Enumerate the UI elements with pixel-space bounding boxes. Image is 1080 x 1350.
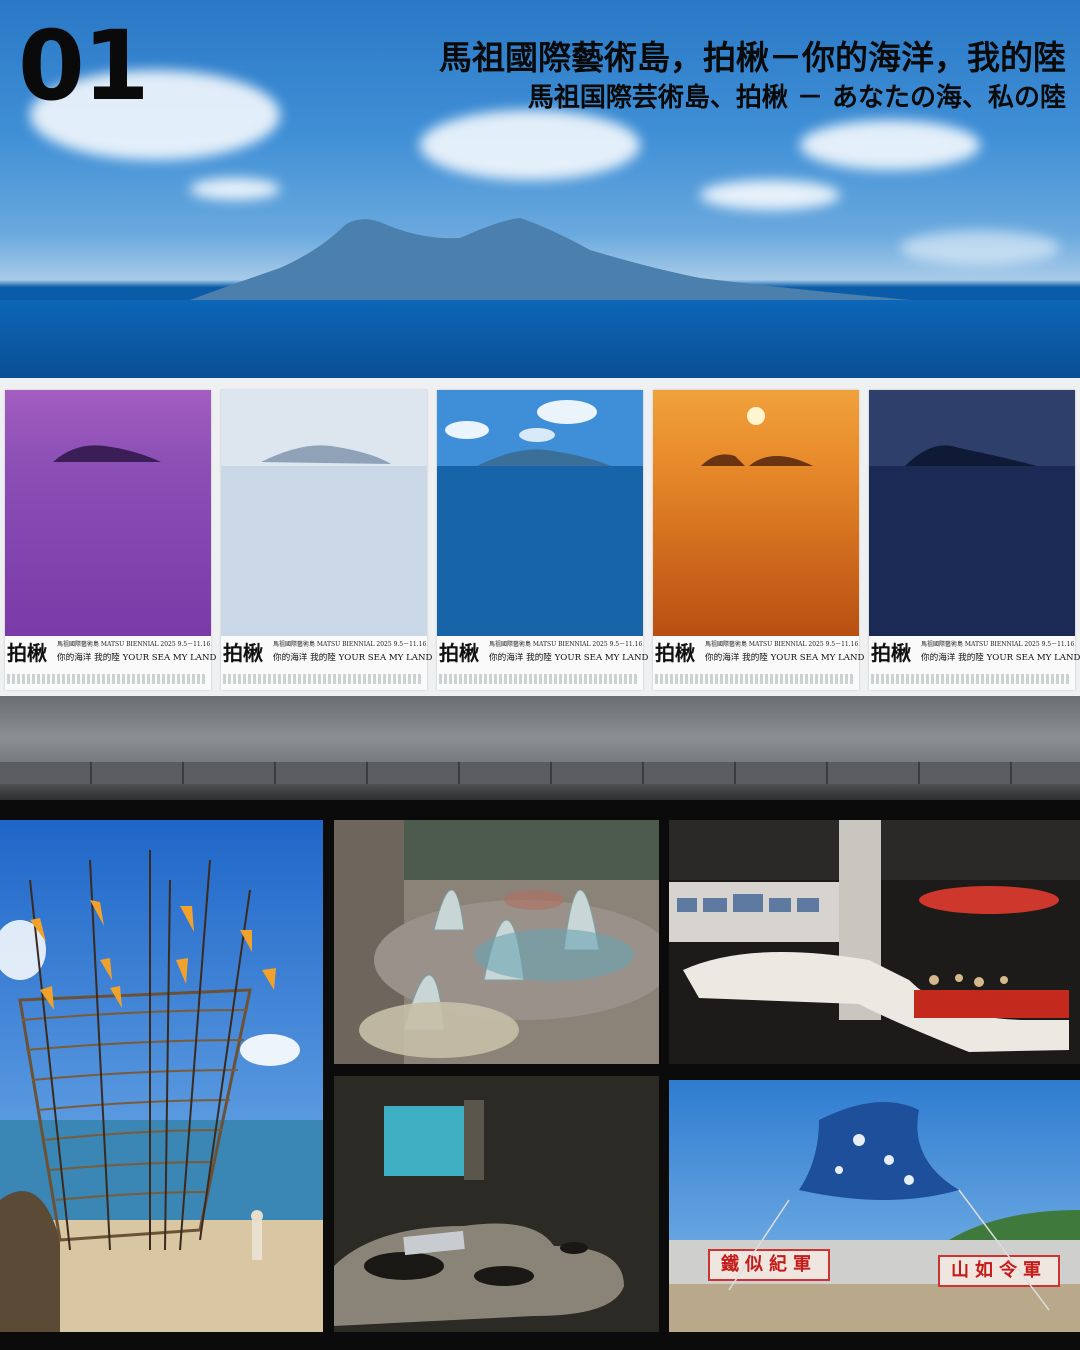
poster-orange: 拍楸 馬祖國際藝術島 MATSU BIENNIAL 2025 9.5－11.16… (653, 390, 864, 690)
poster-photo (653, 390, 859, 636)
poster-photo (221, 390, 427, 636)
poster-brand: 拍楸 (7, 641, 47, 665)
poster-meta: 馬祖國際藝術島 MATSU BIENNIAL 2025 9.5－11.16 (921, 641, 1075, 648)
poster-brand: 拍楸 (871, 641, 911, 665)
title-chinese: 馬祖國際藝術島，拍楸－你的海洋，我的陸 (439, 38, 1066, 77)
photo-exhibition-hall (669, 820, 1080, 1064)
poster-fine-print (439, 674, 639, 684)
poster-tagline: 你的海洋 我的陸 YOUR SEA MY LAND (57, 653, 217, 663)
poster-fine-print (7, 674, 207, 684)
section-number: 01 (18, 10, 150, 122)
poster-meta: 馬祖國際藝術島 MATSU BIENNIAL 2025 9.5－11.16 (57, 641, 211, 648)
poster-tagline: 你的海洋 我的陸 YOUR SEA MY LAND (921, 653, 1080, 663)
banner-left: 鐵似紀軍 (721, 1254, 817, 1275)
poster-meta: 馬祖國際藝術島 MATSU BIENNIAL 2025 9.5－11.16 (705, 641, 859, 648)
poster-brand: 拍楸 (655, 641, 695, 665)
poster-photo (869, 390, 1075, 636)
poster-meta: 馬祖國際藝術島 MATSU BIENNIAL 2025 9.5－11.16 (273, 641, 427, 648)
poster-tagline: 你的海洋 我的陸 YOUR SEA MY LAND (489, 653, 649, 663)
poster-purple: 拍楸 馬祖國際藝術島 MATSU BIENNIAL 2025 9.5－11.16… (5, 390, 216, 690)
pavement (0, 696, 1080, 800)
ocean (0, 300, 1080, 378)
poster-brand: 拍楸 (439, 641, 479, 665)
page-title: 馬祖國際藝術島，拍楸－你的海洋，我的陸 馬祖国際芸術島、拍楸 － あなたの海、私… (439, 36, 1066, 116)
poster-fine-print (655, 674, 855, 684)
photo-fishing-nets (334, 820, 659, 1064)
poster-brand: 拍楸 (223, 641, 263, 665)
poster-tagline: 你的海洋 我的陸 YOUR SEA MY LAND (273, 653, 433, 663)
poster-photo (5, 390, 211, 636)
poster-navy: 拍楸 馬祖國際藝術島 MATSU BIENNIAL 2025 9.5－11.16… (869, 390, 1080, 690)
kerb (0, 762, 1080, 784)
poster-fine-print (223, 674, 423, 684)
photo-bunker-interior (334, 1076, 659, 1332)
poster-tagline: 你的海洋 我的陸 YOUR SEA MY LAND (705, 653, 865, 663)
poster-wall: 拍楸 馬祖國際藝術島 MATSU BIENNIAL 2025 9.5－11.16… (0, 378, 1080, 696)
poster-meta: 馬祖國際藝術島 MATSU BIENNIAL 2025 9.5－11.16 (489, 641, 643, 648)
poster-fine-print (871, 674, 1071, 684)
title-japanese: 馬祖国際芸術島、拍楸 － あなたの海、私の陸 (527, 83, 1066, 113)
hero-banner: 01 馬祖國際藝術島，拍楸－你的海洋，我的陸 馬祖国際芸術島、拍楸 － あなたの… (0, 0, 1080, 378)
photo-bamboo-sculpture (0, 820, 323, 1332)
poster-blue: 拍楸 馬祖國際藝術島 MATSU BIENNIAL 2025 9.5－11.16… (437, 390, 648, 690)
poster-photo (437, 390, 643, 636)
photo-blue-flag: 鐵似紀軍 山如令軍 (669, 1080, 1080, 1332)
banner-right: 山如令軍 (951, 1260, 1047, 1281)
poster-mist: 拍楸 馬祖國際藝術島 MATSU BIENNIAL 2025 9.5－11.16… (221, 390, 432, 690)
